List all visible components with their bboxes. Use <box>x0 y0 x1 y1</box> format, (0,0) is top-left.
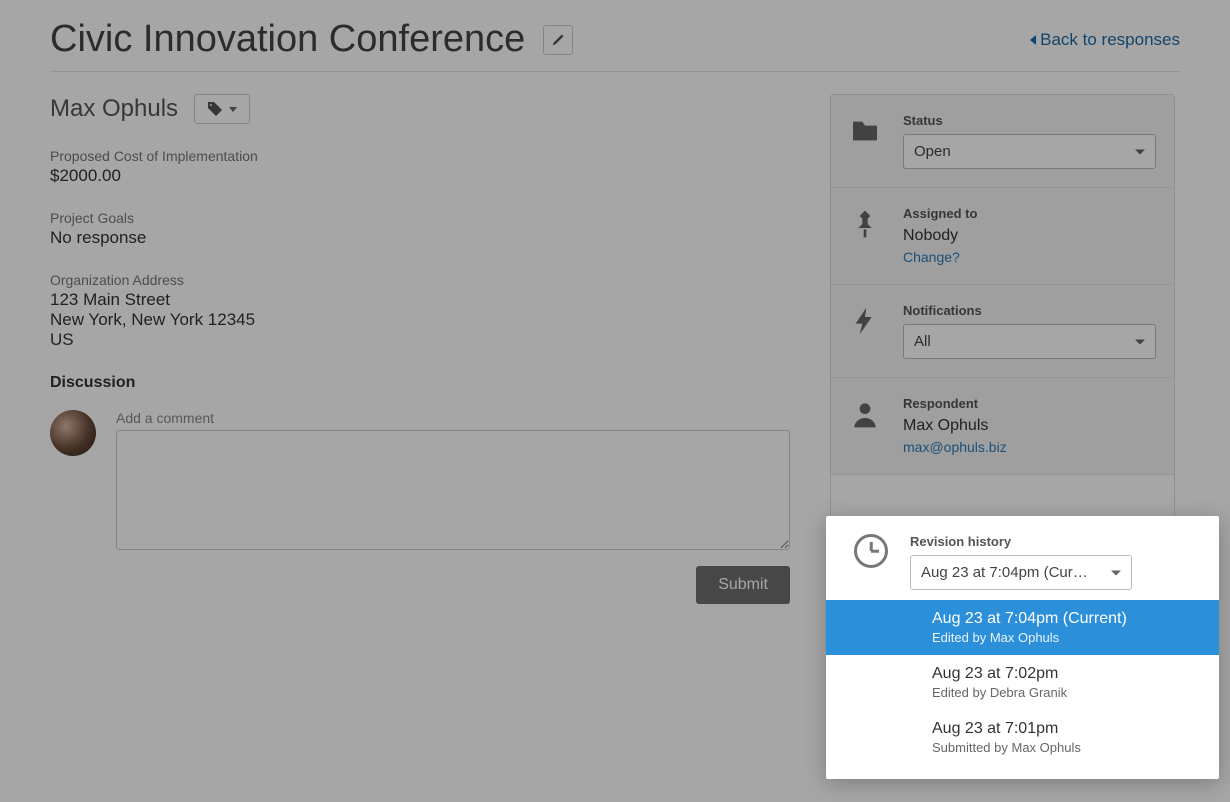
revision-select[interactable]: Aug 23 at 7:04pm (Cur… <box>910 555 1132 590</box>
revision-list: Aug 23 at 7:04pm (Current) Edited by Max… <box>826 600 1219 765</box>
revision-header-body: Revision history Aug 23 at 7:04pm (Cur… <box>910 534 1201 590</box>
revision-time: Aug 23 at 7:01pm <box>932 720 1201 738</box>
clock-icon <box>854 534 888 568</box>
revision-item[interactable]: Aug 23 at 7:02pm Edited by Debra Granik <box>826 655 1219 710</box>
revision-item[interactable]: Aug 23 at 7:01pm Submitted by Max Ophuls <box>826 710 1219 765</box>
revision-history-popover: Revision history Aug 23 at 7:04pm (Cur… … <box>826 516 1219 779</box>
revision-time: Aug 23 at 7:04pm (Current) <box>932 610 1201 628</box>
revision-by: Submitted by Max Ophuls <box>932 740 1201 755</box>
revision-header: Revision history Aug 23 at 7:04pm (Cur… <box>826 534 1219 598</box>
revision-by: Edited by Debra Granik <box>932 685 1201 700</box>
revision-item[interactable]: Aug 23 at 7:04pm (Current) Edited by Max… <box>826 600 1219 655</box>
revision-time: Aug 23 at 7:02pm <box>932 665 1201 683</box>
revision-by: Edited by Max Ophuls <box>932 630 1201 645</box>
revision-label: Revision history <box>910 534 1201 549</box>
